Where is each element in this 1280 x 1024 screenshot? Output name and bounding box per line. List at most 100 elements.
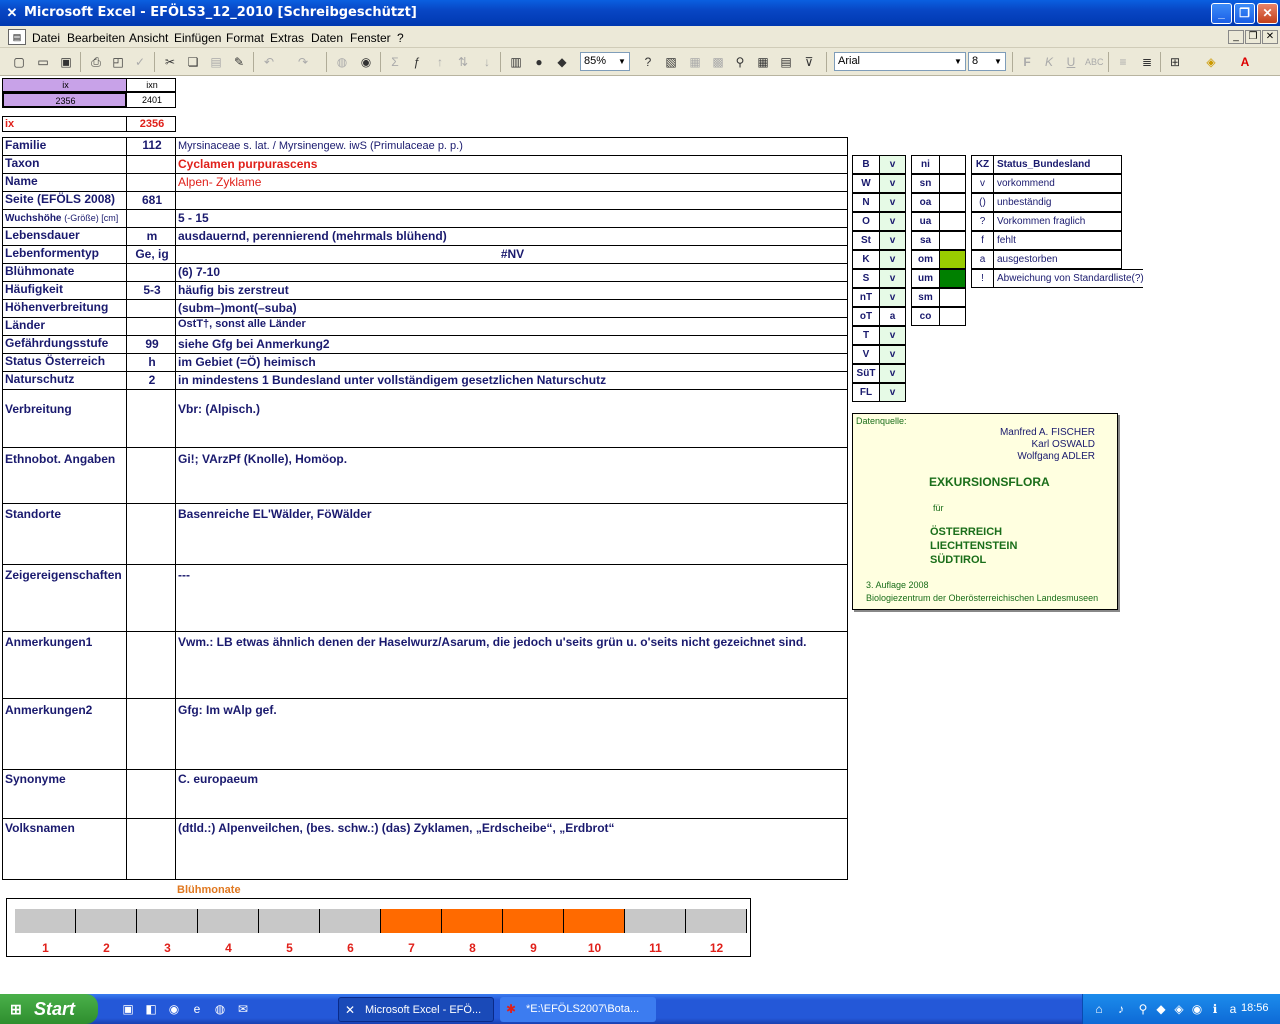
chevron-down-icon[interactable]: ▼ [991,53,1005,70]
row-label[interactable]: Gefährdungsstufe [2,335,127,354]
row-code[interactable]: 681 [126,191,176,210]
row-code[interactable]: 99 [126,335,176,354]
menu-ansicht[interactable]: Ansicht [129,31,168,45]
update-icon[interactable]: ◉ [1189,1001,1205,1017]
format-painter-icon[interactable]: ✎ [230,53,248,71]
state-code[interactable]: oT [852,307,880,326]
row-code[interactable] [126,503,176,565]
zone-code[interactable]: sn [911,174,940,193]
state-code[interactable]: N [852,193,880,212]
row-value[interactable]: ausdauernd, perennierend (mehrmals blühe… [175,227,848,246]
row-label[interactable]: Lebensdauer [2,227,127,246]
ixn-value[interactable]: 2401 [126,92,176,108]
menu-help[interactable]: ? [397,31,404,45]
state-status[interactable]: v [879,269,906,288]
new-icon[interactable]: ▢ [10,53,28,71]
fill-color-icon[interactable]: ◈ [1202,53,1220,71]
menu-format[interactable]: Format [226,31,264,45]
row-code[interactable]: 112 [126,137,176,156]
filter-icon[interactable]: ⊽ [800,53,818,71]
legend-code[interactable]: ! [971,269,994,288]
menu-fenster[interactable]: Fenster [350,31,391,45]
zone-code[interactable]: oa [911,193,940,212]
minimize-button[interactable]: _ [1211,3,1232,24]
font-combo[interactable]: Arial ▼ [834,52,966,71]
row-code[interactable] [126,564,176,632]
redo-icon[interactable]: ↷ [294,53,312,71]
task-editor[interactable]: ✱ *E:\EFÖLS2007\Bota... [500,997,656,1022]
zone-code[interactable]: sm [911,288,940,307]
ix-header[interactable]: ix [2,78,127,92]
legend-text[interactable]: Vorkommen fraglich [993,212,1122,231]
row-value[interactable]: (6) 7-10 [175,263,848,282]
autosum-icon[interactable]: Σ [386,53,404,71]
align-center-icon[interactable]: ≣ [1138,53,1156,71]
state-status[interactable]: v [879,288,906,307]
bold-icon[interactable]: F [1018,53,1036,71]
row-label[interactable]: Anmerkungen1 [2,631,127,699]
row-code[interactable]: h [126,353,176,372]
row-label[interactable]: Name [2,173,127,192]
sort-desc-icon[interactable]: ↓ [478,53,496,71]
state-code[interactable]: B [852,155,880,174]
state-code[interactable]: S [852,269,880,288]
legend-text[interactable]: ausgestorben [993,250,1122,269]
state-status[interactable]: v [879,383,906,402]
volume-icon[interactable]: ♪ [1113,1001,1129,1017]
network-icon[interactable]: ⌂ [1091,1001,1107,1017]
row-code[interactable]: 2 [126,371,176,390]
state-status[interactable]: v [879,212,906,231]
zone-fill[interactable] [939,307,966,326]
cut-icon[interactable]: ✂ [161,53,179,71]
row-label[interactable]: Volksnamen [2,818,127,880]
shield-icon[interactable]: ◆ [1153,1001,1169,1017]
doc-close-button[interactable]: ✕ [1262,30,1278,44]
row-value[interactable]: in mindestens 1 Bundesland unter vollstä… [175,371,848,390]
task-excel[interactable]: ✕ Microsoft Excel - EFÖ... [338,997,494,1022]
zone-fill-om[interactable] [939,250,966,269]
start-button[interactable]: ⊞ Start [0,994,98,1024]
zone-fill[interactable] [939,155,966,174]
row-label[interactable]: Lebenformentyp [2,245,127,264]
state-status[interactable]: v [879,326,906,345]
state-code[interactable]: W [852,174,880,193]
drawing-icon[interactable]: ◆ [553,53,571,71]
web-icon[interactable]: ◉ [357,53,375,71]
print-preview-icon[interactable]: ◰ [109,53,127,71]
save-icon[interactable]: ▣ [57,53,75,71]
form-icon[interactable]: ▤ [777,53,795,71]
row-code[interactable] [126,389,176,448]
state-code[interactable]: O [852,212,880,231]
row-value[interactable]: Gi!; VArzPf (Knolle), Homöop. [175,447,848,504]
state-code[interactable]: T [852,326,880,345]
row-label[interactable]: Blühmonate [2,263,127,282]
row-label[interactable]: Länder [2,317,127,336]
state-status[interactable]: v [879,155,906,174]
state-status[interactable]: v [879,193,906,212]
tool2-icon[interactable]: ▩ [709,53,727,71]
close-button[interactable]: ✕ [1257,3,1278,24]
copy-icon[interactable]: ❏ [184,53,202,71]
row-value[interactable]: Vwm.: LB etwas ähnlich denen der Haselwu… [175,631,848,699]
state-code[interactable]: V [852,345,880,364]
doc-restore-button[interactable]: ❐ [1245,30,1261,44]
legend-code[interactable]: ? [971,212,994,231]
menu-bearbeiten[interactable]: Bearbeiten [67,31,125,45]
legend-code[interactable]: v [971,174,994,193]
font-color-icon[interactable]: A [1236,53,1254,71]
row-value[interactable] [175,191,848,210]
row-label[interactable]: Seite (EFÖLS 2008) [2,191,127,210]
row-label[interactable]: Anmerkungen2 [2,698,127,770]
map-icon[interactable]: ● [530,53,548,71]
doc-minimize-button[interactable]: _ [1228,30,1244,44]
menu-extras[interactable]: Extras [270,31,304,45]
row-code[interactable] [126,209,176,228]
state-status[interactable]: v [879,231,906,250]
freeze-icon[interactable]: ▦ [754,53,772,71]
macro-icon[interactable]: ▧ [662,53,680,71]
state-status[interactable]: v [879,345,906,364]
firefox-icon[interactable]: ◍ [212,1001,228,1017]
row-label[interactable]: Höhenverbreitung [2,299,127,318]
state-status[interactable]: v [879,364,906,383]
menu-datei[interactable]: Datei [32,31,60,45]
